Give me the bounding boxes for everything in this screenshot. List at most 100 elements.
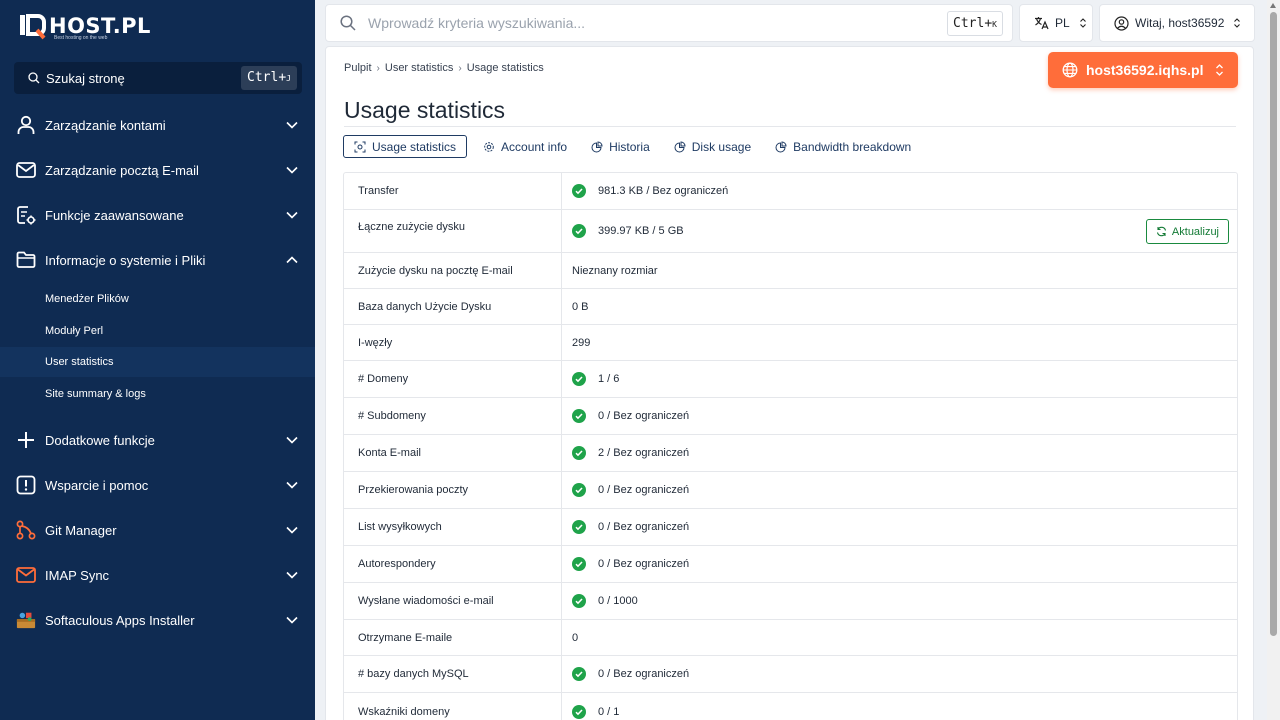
chevron-down-icon: [286, 481, 298, 489]
nav-item-git-manager[interactable]: Git Manager: [0, 512, 315, 548]
tab-disk-usage[interactable]: Disk usage: [666, 135, 759, 158]
sidebar-subitem-moduly-perl[interactable]: Moduły Perl: [0, 316, 315, 346]
translate-icon: [1035, 17, 1049, 30]
chevron-updown-icon: [1079, 18, 1086, 28]
title-divider: [344, 126, 1236, 127]
stat-label: Przekierowania poczty: [344, 472, 562, 508]
host-pl-logo[interactable]: HOST.PL Best hosting on the web: [20, 11, 151, 41]
nav-item-dodatkowe-funkcje[interactable]: Dodatkowe funkcje: [0, 422, 315, 458]
git-icon: [16, 520, 36, 540]
check-circle-icon: [572, 483, 586, 497]
language-select[interactable]: PL: [1019, 4, 1093, 42]
stat-value: 0: [572, 631, 579, 644]
tab-historia[interactable]: Historia: [583, 135, 658, 158]
breadcrumb-item: Usage statistics: [466, 62, 544, 74]
pie-chart-icon: [591, 140, 603, 152]
folder-icon: [16, 250, 36, 270]
nav-item-funkcje-zaawansowane[interactable]: Funkcje zaawansowane: [0, 197, 315, 233]
sidebar-subitem-site-summary[interactable]: Site summary & logs: [0, 379, 315, 409]
check-circle-icon: [572, 372, 586, 386]
stat-label: # Subdomeny: [344, 398, 562, 434]
tab-usage-statistics[interactable]: Usage statistics: [343, 135, 468, 158]
nav-item-label: Dodatkowe funkcje: [45, 432, 155, 448]
stat-value: 2 / Bez ograniczeń: [598, 447, 690, 459]
usage-statistics-table: Transfer 981.3 KB / Bez ograniczeń Łączn…: [343, 172, 1238, 720]
check-circle-icon: [572, 184, 586, 198]
stat-value-cell: 0 / Bez ograniczeń: [562, 509, 1237, 545]
global-search-input[interactable]: Wprowadź kryteria wyszukiwania... Ctrl+K: [325, 4, 1013, 42]
chevron-down-icon: [286, 436, 298, 444]
search-icon: [28, 72, 40, 84]
scroll-up-arrow-icon[interactable]: [1270, 3, 1276, 8]
gear-icon: [484, 141, 494, 152]
stat-value: 299: [572, 336, 591, 349]
alert-icon: [16, 475, 36, 495]
sidebar-search-shortcut: Ctrl+J: [241, 66, 297, 90]
user-circle-icon: [1114, 15, 1129, 31]
stat-value: 0 B: [572, 300, 589, 313]
nav-item-imap-sync[interactable]: IMAP Sync: [0, 557, 315, 593]
table-row: # Domeny 1 / 6: [344, 361, 1237, 398]
stat-value: 0 / Bez ograniczeń: [598, 668, 690, 680]
nav-item-label: Zarządzanie pocztą E-mail: [45, 162, 199, 178]
brand-name: HOST.PL: [49, 14, 151, 38]
logo-mark-icon: [20, 14, 46, 40]
tab-label: Usage statistics: [372, 139, 457, 154]
nav-item-zarzadzanie-kontami[interactable]: Zarządzanie kontami: [0, 107, 315, 143]
nav-item-label: IMAP Sync: [45, 567, 110, 583]
scrollbar-thumb[interactable]: [1270, 12, 1277, 636]
check-circle-icon: [572, 557, 586, 571]
stat-label: Wysłane wiadomości e-mail: [344, 583, 562, 619]
stat-value-cell: 2 / Bez ograniczeń: [562, 435, 1237, 471]
chevron-down-icon: [286, 526, 298, 534]
stat-label: Konta E-mail: [344, 435, 562, 471]
breadcrumb: Pulpit › User statistics › Usage statist…: [344, 62, 544, 74]
nav-item-zarzadzanie-poczta[interactable]: Zarządzanie pocztą E-mail: [0, 152, 315, 188]
table-row: I-węzły 299: [344, 325, 1237, 361]
chevron-down-icon: [286, 211, 298, 219]
nav-item-label: Softaculous Apps Installer: [45, 612, 195, 628]
stat-label: # bazy danych MySQL: [344, 656, 562, 692]
chevron-down-icon: [286, 166, 298, 174]
table-row: List wysyłkowych 0 / Bez ograniczeń: [344, 509, 1237, 546]
sidebar-subitem-user-statistics[interactable]: User statistics: [0, 347, 315, 377]
tab-account-info[interactable]: Account info: [475, 135, 575, 158]
table-row: # Subdomeny 0 / Bez ograniczeń: [344, 398, 1237, 435]
search-icon: [340, 15, 356, 31]
plus-icon: [16, 430, 36, 450]
check-circle-icon: [572, 520, 586, 534]
nav-item-informacje-o-systemie[interactable]: Informacje o systemie i Pliki: [0, 242, 315, 278]
breadcrumb-item[interactable]: Pulpit: [344, 62, 372, 74]
page-scrollbar[interactable]: [1267, 0, 1280, 720]
nav-item-wsparcie-i-pomoc[interactable]: Wsparcie i pomoc: [0, 467, 315, 503]
sidebar-search[interactable]: Szukaj stronę Ctrl+J: [14, 62, 302, 94]
table-row: Zużycie dysku na pocztę E-mail Nieznany …: [344, 253, 1237, 289]
stat-value: 0 / Bez ograniczeń: [598, 521, 690, 533]
language-value: PL: [1055, 16, 1070, 30]
table-row: Autorespondery 0 / Bez ograniczeń: [344, 546, 1237, 583]
stat-value: Nieznany rozmiar: [572, 264, 658, 277]
breadcrumb-item[interactable]: User statistics: [385, 62, 453, 74]
nav-item-softaculous[interactable]: Softaculous Apps Installer: [0, 602, 315, 638]
brand-tagline: Best hosting on the web: [54, 35, 108, 41]
table-row: Baza danych Użycie Dysku 0 B: [344, 289, 1237, 325]
nav-item-label: Zarządzanie kontami: [45, 117, 166, 133]
tab-bandwidth-breakdown[interactable]: Bandwidth breakdown: [767, 135, 919, 158]
user-menu[interactable]: Witaj, host36592: [1099, 4, 1255, 42]
chevron-down-icon: [286, 616, 298, 624]
sidebar-subitem-menedzer-plikow[interactable]: Menedżer Plików: [0, 284, 315, 314]
domain-select-button[interactable]: host36592.iqhs.pl: [1048, 52, 1238, 88]
tab-label: Bandwidth breakdown: [793, 139, 912, 154]
table-row: Łączne zużycie dysku 399.97 KB / 5 GB Ak…: [344, 210, 1237, 253]
check-circle-icon: [572, 409, 586, 423]
check-circle-icon: [572, 667, 586, 681]
tab-label: Account info: [501, 139, 568, 154]
table-row: Konta E-mail 2 / Bez ograniczeń: [344, 435, 1237, 472]
refresh-button[interactable]: Aktualizuj: [1145, 219, 1229, 244]
stat-label: Autorespondery: [344, 546, 562, 582]
chevron-updown-icon: [1234, 18, 1241, 28]
stat-value: 0 / Bez ograniczeń: [598, 484, 690, 496]
page-title: Usage statistics: [344, 97, 506, 123]
stat-label: Wskaźniki domeny: [344, 693, 562, 720]
stat-value-cell: 0 / Bez ograniczeń: [562, 472, 1237, 508]
